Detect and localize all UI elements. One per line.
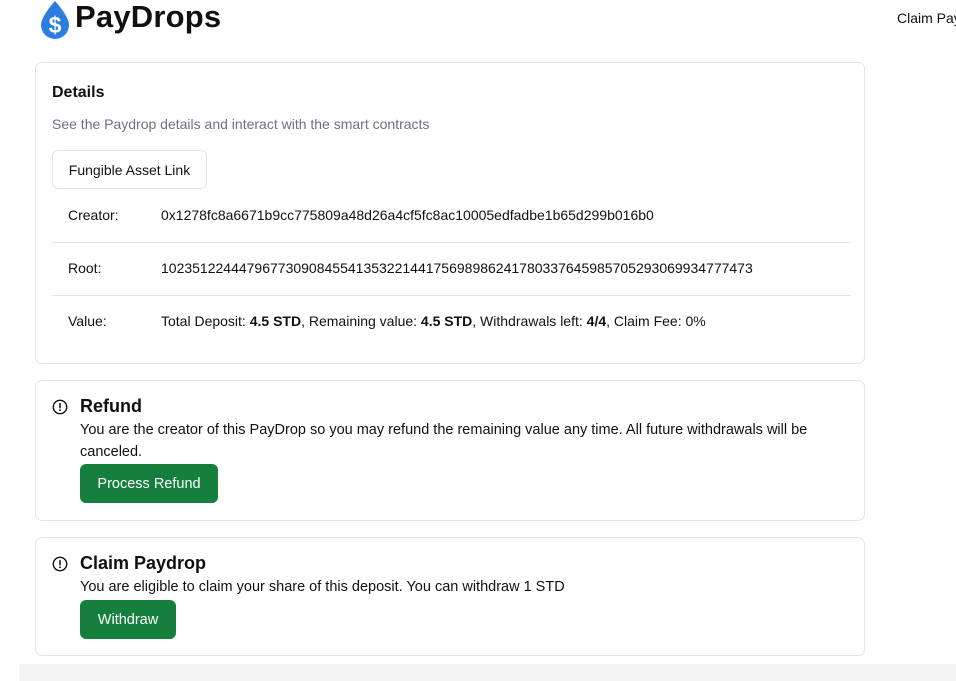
withdrawals-left-label: , Withdrawals left: bbox=[472, 313, 587, 329]
claim-title: Claim Paydrop bbox=[80, 553, 207, 573]
nav-claim-link[interactable]: Claim Pay bbox=[897, 10, 956, 26]
details-card: Details See the Paydrop details and inte… bbox=[35, 62, 865, 364]
root-label: Root: bbox=[68, 260, 102, 276]
refund-text: You are the creator of this PayDrop so y… bbox=[80, 422, 808, 460]
creator-label: Creator: bbox=[68, 207, 119, 223]
brand-name[interactable]: PayDrops bbox=[75, 0, 221, 35]
withdrawals-left-value: 4/4 bbox=[586, 313, 607, 329]
creator-value: 0x1278fc8a6671b9cc775809a48d26a4cf5fc8ac… bbox=[161, 207, 654, 223]
root-value: 1023512244479677309084554135322144175698… bbox=[161, 260, 753, 276]
value-label: Value: bbox=[68, 313, 107, 329]
total-deposit-value: 4.5 STD bbox=[249, 313, 302, 329]
creator-row: Creator: 0x1278fc8a6671b9cc775809a48d26a… bbox=[52, 189, 851, 243]
refund-title: Refund bbox=[80, 396, 142, 416]
dollar-drop-icon[interactable]: $ bbox=[38, 0, 72, 40]
claim-fee-text: , Claim Fee: 0% bbox=[606, 313, 706, 329]
alert-circle-icon bbox=[52, 399, 68, 415]
claim-text: You are eligible to claim your share of … bbox=[80, 579, 565, 595]
remaining-value: 4.5 STD bbox=[420, 313, 473, 329]
details-title: Details bbox=[52, 84, 105, 101]
details-description: See the Paydrop details and interact wit… bbox=[52, 116, 430, 132]
refund-alert: Refund You are the creator of this PayDr… bbox=[35, 380, 865, 521]
top-header: $ PayDrops Claim Pay bbox=[0, 0, 956, 44]
value-details: Total Deposit: 4.5 STD, Remaining value:… bbox=[161, 295, 706, 347]
svg-text:$: $ bbox=[49, 12, 62, 38]
process-refund-button[interactable]: Process Refund bbox=[80, 464, 218, 503]
claim-alert: Claim Paydrop You are eligible to claim … bbox=[35, 537, 865, 656]
root-row: Root: 1023512244479677309084554135322144… bbox=[52, 242, 851, 296]
value-row: Value: Total Deposit: 4.5 STD, Remaining… bbox=[52, 295, 851, 348]
alert-circle-icon bbox=[52, 556, 68, 572]
total-deposit-label: Total Deposit: bbox=[161, 313, 250, 329]
footer-bar bbox=[19, 664, 956, 681]
remaining-value-label: , Remaining value: bbox=[301, 313, 421, 329]
withdraw-button[interactable]: Withdraw bbox=[80, 600, 176, 639]
fungible-asset-link-button[interactable]: Fungible Asset Link bbox=[52, 150, 207, 189]
